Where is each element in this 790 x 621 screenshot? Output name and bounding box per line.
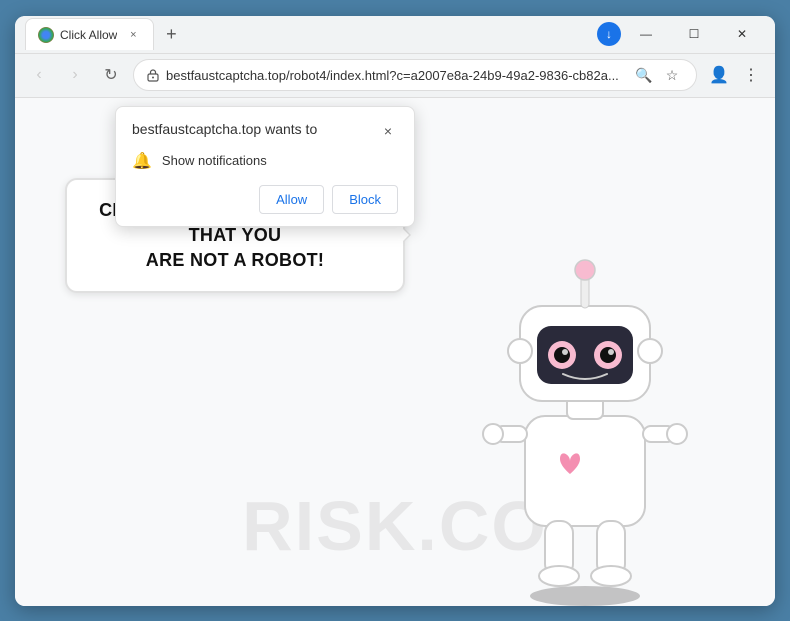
active-tab[interactable]: Click Allow × (25, 18, 154, 50)
address-bar: ‹ › ↻ bestfaustcaptcha.top/robot4/index.… (15, 54, 775, 98)
popup-header: bestfaustcaptcha.top wants to × (132, 121, 398, 141)
notification-popup: bestfaustcaptcha.top wants to × 🔔 Show n… (115, 106, 415, 227)
popup-actions: Allow Block (132, 185, 398, 214)
close-button[interactable]: ✕ (719, 16, 765, 54)
window-controls: ↓ — ☐ ✕ (597, 16, 765, 54)
back-button[interactable]: ‹ (25, 61, 53, 89)
url-actions: 🔍 ☆ (632, 63, 684, 87)
tab-close-button[interactable]: × (125, 27, 141, 43)
search-icon-btn[interactable]: 🔍 (632, 63, 656, 87)
block-button[interactable]: Block (332, 185, 398, 214)
popup-site-text: bestfaustcaptcha.top wants to (132, 121, 317, 137)
robot-illustration (455, 226, 715, 606)
forward-button[interactable]: › (61, 61, 89, 89)
url-text: bestfaustcaptcha.top/robot4/index.html?c… (166, 68, 626, 83)
tab-bar: Click Allow × + (25, 18, 591, 50)
bell-icon: 🔔 (132, 151, 152, 171)
new-tab-button[interactable]: + (158, 21, 184, 47)
notification-label: Show notifications (162, 153, 267, 168)
url-bar[interactable]: bestfaustcaptcha.top/robot4/index.html?c… (133, 59, 697, 91)
chrome-update-icon: ↓ (597, 22, 621, 46)
reload-button[interactable]: ↻ (97, 61, 125, 89)
popup-close-button[interactable]: × (378, 121, 398, 141)
minimize-button[interactable]: — (623, 16, 669, 54)
page-content: bestfaustcaptcha.top wants to × 🔔 Show n… (15, 98, 775, 606)
tab-title: Click Allow (60, 28, 117, 42)
browser-window: Click Allow × + ↓ — ☐ ✕ ‹ › ↻ bestfaustc… (15, 16, 775, 606)
lock-icon (146, 68, 160, 82)
menu-button[interactable]: ⋮ (737, 61, 765, 89)
title-bar: Click Allow × + ↓ — ☐ ✕ (15, 16, 775, 54)
popup-notification-row: 🔔 Show notifications (132, 151, 398, 171)
profile-button[interactable]: 👤 (705, 61, 733, 89)
toolbar-right: 👤 ⋮ (705, 61, 765, 89)
maximize-button[interactable]: ☐ (671, 16, 717, 54)
bookmark-btn[interactable]: ☆ (660, 63, 684, 87)
tab-favicon (38, 27, 54, 43)
allow-button[interactable]: Allow (259, 185, 324, 214)
robot-svg (455, 226, 715, 606)
